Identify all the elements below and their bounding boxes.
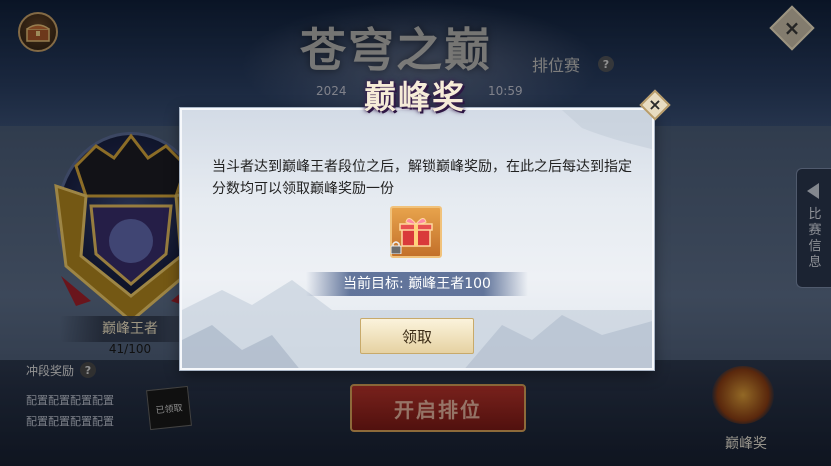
modal-title: 巅峰奖 <box>363 78 466 116</box>
claim-button[interactable]: 领取 <box>360 318 474 354</box>
lock-icon <box>390 241 402 254</box>
reward-description: 当斗者达到巅峰王者段位之后，解锁巅峰奖励，在此之后每达到指定分数均可以领取巅峰奖… <box>212 159 632 197</box>
current-target: 当前目标: 巅峰王者100 <box>343 276 491 292</box>
close-icon: × <box>648 95 662 114</box>
gift-box-icon <box>399 218 433 247</box>
modal-title-banner: 巅峰奖 <box>340 66 490 130</box>
